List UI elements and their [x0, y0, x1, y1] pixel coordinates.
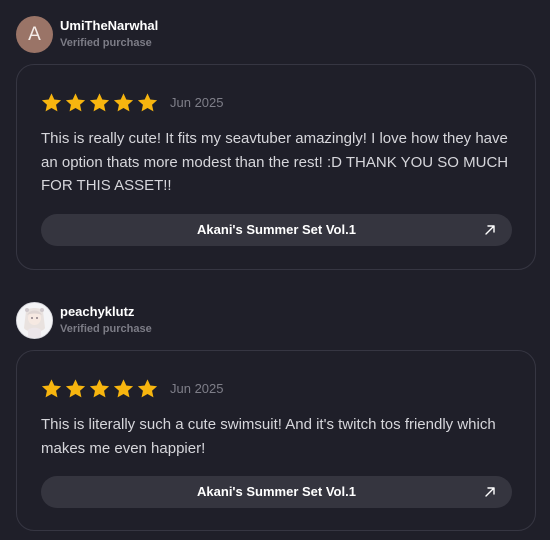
- avatar[interactable]: [16, 302, 53, 339]
- reviews-page: A UmiTheNarwhal Verified purchase Jun 20…: [0, 0, 550, 540]
- verified-purchase-label: Verified purchase: [60, 323, 152, 335]
- star-icon: [65, 92, 86, 111]
- star-icon: [65, 378, 86, 397]
- star-icon: [137, 378, 158, 397]
- arrow-up-right-icon: [485, 487, 495, 497]
- review-text: This is really cute! It fits my seavtube…: [41, 130, 509, 194]
- product-link-button[interactable]: Akani's Summer Set Vol.1: [41, 214, 512, 246]
- star-icon: [89, 378, 110, 397]
- star-icon: [41, 378, 62, 397]
- star-icon: [113, 378, 134, 397]
- star-icon: [89, 92, 110, 111]
- product-link-button[interactable]: Akani's Summer Set Vol.1: [41, 476, 512, 508]
- review-date: Jun 2025: [170, 94, 224, 110]
- review-date: Jun 2025: [170, 380, 224, 396]
- avatar[interactable]: A: [16, 16, 53, 53]
- reviewer-name[interactable]: peachyklutz: [60, 304, 134, 319]
- star-rating: Jun 2025: [41, 377, 224, 399]
- review-card: Jun 2025 This is really cute! It fits my…: [16, 64, 536, 270]
- arrow-up-right-icon: [485, 225, 495, 235]
- review-card: Jun 2025 This is literally such a cute s…: [16, 350, 536, 531]
- star-rating: Jun 2025: [41, 91, 224, 113]
- review-text: This is literally such a cute swimsuit! …: [41, 416, 496, 457]
- verified-purchase-label: Verified purchase: [60, 37, 152, 49]
- product-link-label: Akani's Summer Set Vol.1: [197, 222, 356, 237]
- star-icon: [41, 92, 62, 111]
- star-icon: [137, 92, 158, 111]
- reviewer-name[interactable]: UmiTheNarwhal: [60, 18, 158, 33]
- anime-character-avatar-icon: [17, 303, 52, 338]
- star-icon: [113, 92, 134, 111]
- reviewer-header: peachyklutz Verified purchase: [16, 302, 536, 340]
- product-link-label: Akani's Summer Set Vol.1: [197, 484, 356, 499]
- reviewer-header: A UmiTheNarwhal Verified purchase: [16, 16, 536, 54]
